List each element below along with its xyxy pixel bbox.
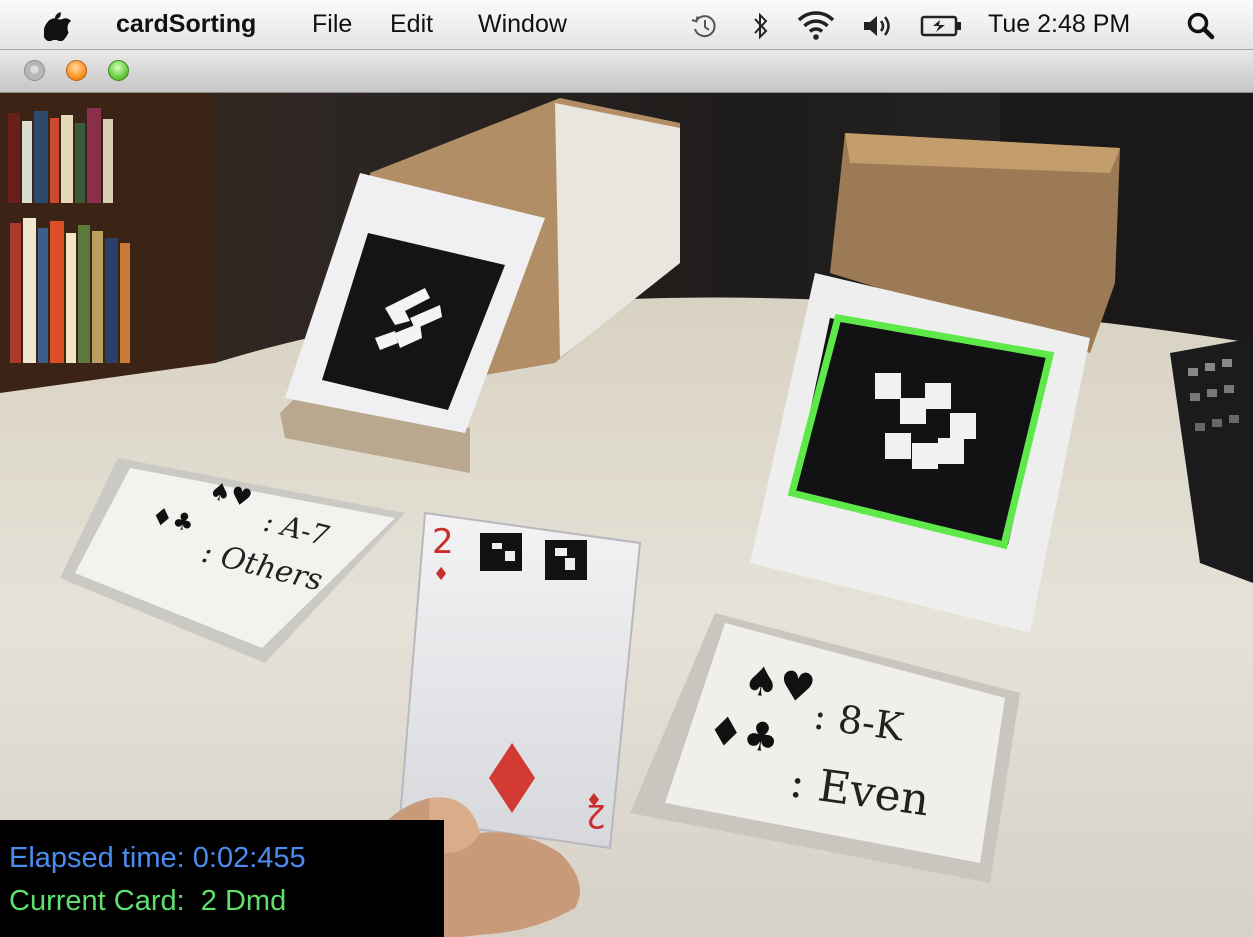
card-suit-top: ♦ <box>433 564 449 585</box>
card-rank-top: 2 <box>432 522 454 562</box>
wifi-icon[interactable] <box>797 9 835 41</box>
current-card-label: Current Card: 2 Dmd <box>9 885 287 917</box>
battery-icon[interactable] <box>920 13 966 39</box>
elapsed-time-label: Elapsed time: 0:02:455 <box>9 842 306 874</box>
status-overlay: Elapsed time: 0:02:455 Current Card: 2 D… <box>0 820 444 937</box>
menu-bar: cardSorting File Edit Window Tue 2:48 PM <box>0 0 1253 50</box>
camera-view: ♠♥ ♦♣ : A-7 : Others ♠♥ ♦♣ : 8-K : Even … <box>0 93 1253 937</box>
minimize-button[interactable] <box>66 60 87 81</box>
close-button[interactable] <box>24 60 45 81</box>
bluetooth-icon[interactable] <box>752 11 770 41</box>
volume-icon[interactable] <box>862 12 896 40</box>
menu-file[interactable]: File <box>312 9 352 39</box>
camera-scene: ♠♥ ♦♣ : A-7 : Others ♠♥ ♦♣ : 8-K : Even … <box>0 93 1253 937</box>
apple-logo-icon[interactable] <box>44 9 74 41</box>
spotlight-search-icon[interactable] <box>1186 11 1216 41</box>
card-rank-bottom: 2 <box>586 797 606 835</box>
menu-window[interactable]: Window <box>478 9 567 39</box>
window-title-bar[interactable] <box>0 50 1253 93</box>
menu-edit[interactable]: Edit <box>390 9 433 39</box>
zoom-button[interactable] <box>108 60 129 81</box>
app-menu-cardsorting[interactable]: cardSorting <box>116 9 256 39</box>
time-machine-icon[interactable] <box>690 12 718 40</box>
menubar-clock[interactable]: Tue 2:48 PM <box>988 9 1130 39</box>
